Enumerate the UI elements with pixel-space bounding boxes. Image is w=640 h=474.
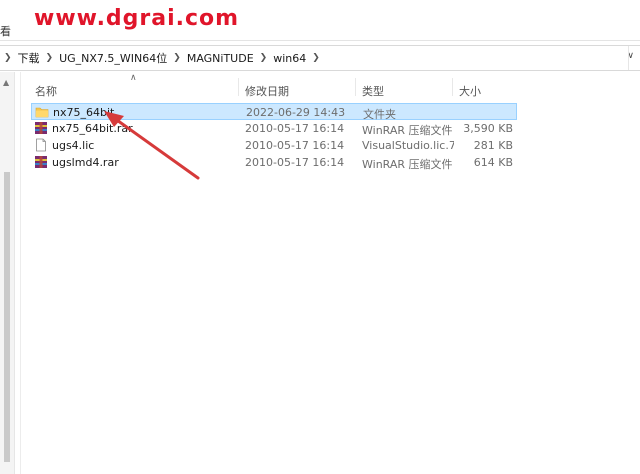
breadcrumb-magnitude[interactable]: MAGNiTUDE [187, 52, 254, 65]
file-date: 2022-06-29 14:43 [246, 106, 346, 119]
chevron-right-icon[interactable]: ❯ [312, 53, 320, 63]
column-divider[interactable] [238, 78, 239, 96]
breadcrumb-win64[interactable]: win64 [273, 52, 306, 65]
file-name: nx75_64bit [53, 106, 115, 119]
file-size: 281 KB [473, 139, 513, 152]
breadcrumb-downloads[interactable]: 下载 [18, 50, 40, 66]
folder-icon [35, 107, 49, 118]
file-size: 614 KB [473, 156, 513, 169]
file-explorer-window: www.dgrai.com 看 ❯ 下载 ❯ UG_NX7.5_WIN64位 ❯… [0, 0, 640, 474]
column-header-type[interactable]: 类型 [362, 83, 384, 99]
document-icon [36, 138, 46, 152]
file-row-nx75-64bit-folder[interactable]: nx75_64bit 2022-06-29 14:43 文件夹 [31, 103, 517, 121]
chevron-right-icon[interactable]: ❯ [46, 53, 54, 63]
file-type: VisualStudio.lic.7... [362, 139, 454, 152]
file-name: ugs4.lic [52, 139, 95, 152]
navigation-scrollbar-thumb[interactable] [4, 172, 10, 462]
file-size: 3,590 KB [463, 122, 513, 135]
breadcrumb-ug-nx75[interactable]: UG_NX7.5_WIN64位 [59, 50, 167, 66]
file-row-ugslmd4-rar[interactable]: ugslmd4.rar 2010-05-17 16:14 WinRAR 压缩文件… [31, 154, 517, 171]
file-date: 2010-05-17 16:14 [245, 122, 345, 135]
file-row-ugs4-lic[interactable]: ugs4.lic 2010-05-17 16:14 VisualStudio.l… [31, 137, 517, 154]
navigation-pane[interactable]: ▲ [0, 72, 15, 474]
address-bar-end [628, 46, 629, 70]
file-type: WinRAR 压缩文件 [362, 158, 453, 171]
pane-divider[interactable] [20, 72, 21, 474]
file-date: 2010-05-17 16:14 [245, 156, 345, 169]
chevron-right-icon[interactable]: ❯ [260, 53, 268, 63]
column-header-name[interactable]: 名称 [35, 83, 57, 99]
sort-ascending-icon: ∧ [130, 73, 137, 83]
ribbon-view-tab[interactable]: 看 [0, 24, 12, 40]
chevron-right-icon[interactable]: ❯ [173, 53, 181, 63]
column-header-date[interactable]: 修改日期 [245, 83, 289, 99]
winrar-archive-icon [35, 122, 47, 134]
chevron-right-icon[interactable]: ❯ [4, 53, 12, 63]
file-name: nx75_64bit.rar [52, 122, 133, 135]
file-name: ugslmd4.rar [52, 156, 119, 169]
column-divider[interactable] [355, 78, 356, 96]
watermark-text: www.dgrai.com [34, 6, 240, 31]
scroll-up-icon[interactable]: ▲ [3, 78, 9, 87]
file-row-nx75-64bit-rar[interactable]: nx75_64bit.rar 2010-05-17 16:14 WinRAR 压… [31, 120, 517, 137]
column-divider[interactable] [452, 78, 453, 96]
winrar-archive-icon [35, 156, 47, 168]
address-bar[interactable]: ❯ 下载 ❯ UG_NX7.5_WIN64位 ❯ MAGNiTUDE ❯ win… [0, 45, 640, 71]
column-header-size[interactable]: 大小 [459, 83, 481, 99]
file-date: 2010-05-17 16:14 [245, 139, 345, 152]
annotation-arrow-icon [104, 111, 200, 180]
ribbon-divider [0, 40, 640, 41]
file-type: WinRAR 压缩文件 [362, 124, 453, 137]
